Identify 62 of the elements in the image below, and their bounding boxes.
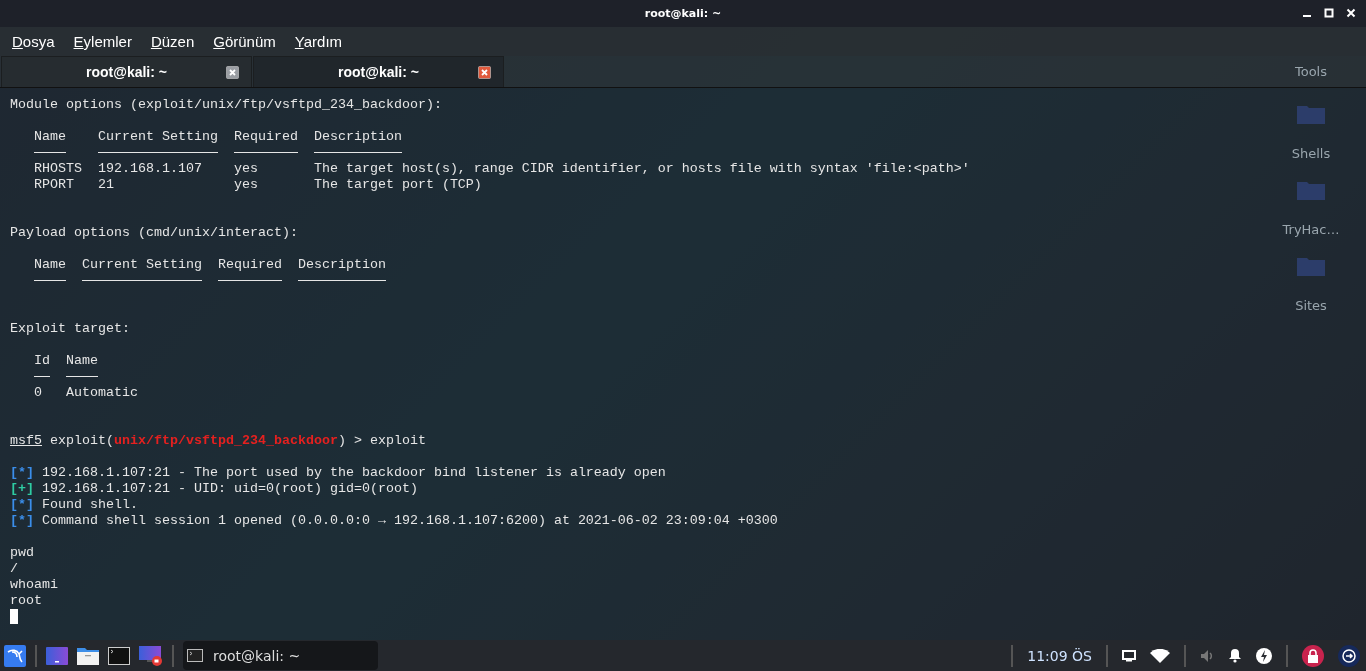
column-header: Name	[65, 353, 98, 368]
table-cell: yes	[233, 177, 258, 192]
menu-item[interactable]: Düzen	[150, 33, 195, 50]
terminal-line: whoami	[10, 577, 58, 593]
column-header: Name	[34, 129, 66, 144]
column-header: Name	[34, 257, 66, 272]
terminal-icon[interactable]	[108, 646, 130, 665]
desktop-icon[interactable]	[46, 646, 68, 665]
folder-icon[interactable]	[77, 646, 99, 665]
close-icon[interactable]	[478, 66, 491, 79]
status-line: [*] Command shell session 1 opened (0.0.0.0:0 → 192.168.1.107:6200) at 2021-06-02 23:09:04 +0300	[10, 513, 778, 529]
taskbar-button[interactable]: root@kali: ~	[183, 641, 378, 670]
menu-item[interactable]: Yardım	[294, 33, 343, 50]
menu-item[interactable]: Görünüm	[213, 33, 276, 50]
table-cell: RHOSTS	[34, 161, 82, 176]
screen-recorder-icon[interactable]	[139, 645, 163, 666]
column-header: Required	[233, 129, 298, 144]
clock[interactable]: 11:09 ÖS	[1027, 647, 1092, 664]
menu-item[interactable]: Dosya	[12, 33, 55, 50]
desktop-icon-label[interactable]: Sites	[1295, 298, 1327, 313]
table-cell: 21	[97, 177, 114, 192]
column-header: Description	[297, 257, 386, 272]
terminal-line: root	[10, 593, 42, 609]
status-line: [+] 192.168.1.107:21 - UID: uid=0(root) gid=0(root)	[10, 481, 418, 497]
status-line: [*] Found shell.	[10, 497, 138, 513]
table-cell: The target port (TCP)	[313, 177, 482, 192]
column-header: Description	[313, 129, 402, 144]
tab[interactable]: root@kali: ~	[253, 56, 504, 87]
dragon-logo-icon[interactable]	[4, 644, 26, 667]
maximize-icon[interactable]	[1324, 8, 1334, 18]
column-header: Current Setting	[81, 257, 202, 272]
status-line: [*] 192.168.1.107:21 - The port used by the backdoor bind listener is already open	[10, 465, 666, 481]
desktop-icon-label[interactable]: Shells	[1291, 146, 1331, 161]
terminal-icon	[187, 649, 203, 662]
terminal-line: /	[10, 561, 18, 577]
terminal-line: Module options (exploit/unix/ftp/vsftpd_234_backdoor):	[10, 97, 442, 113]
menu-item[interactable]: Eylemler	[73, 33, 132, 50]
column-header: Id	[34, 353, 50, 368]
window-title: root@kali: ~	[644, 7, 722, 20]
table-cell: 0	[34, 385, 42, 400]
terminal-line: Exploit target:	[10, 321, 130, 337]
tab[interactable]: root@kali: ~	[1, 56, 252, 87]
column-header: Current Setting	[97, 129, 218, 144]
desktop-icon-label[interactable]: TryHac…	[1282, 222, 1340, 237]
table-cell: yes	[233, 161, 258, 176]
wifi-icon[interactable]	[1150, 648, 1170, 663]
lock-icon[interactable]	[1302, 644, 1324, 667]
terminal-line: Payload options (cmd/unix/interact):	[10, 225, 298, 241]
column-header: Required	[217, 257, 282, 272]
table-cell: 192.168.1.107	[97, 161, 202, 176]
bell-icon[interactable]	[1228, 648, 1242, 663]
table-cell: RPORT	[34, 177, 74, 192]
volume-icon[interactable]	[1200, 648, 1214, 663]
logout-icon[interactable]	[1338, 644, 1360, 667]
text-cursor	[10, 609, 18, 624]
prompt-line: msf5 exploit(unix/ftp/vsftpd_234_backdoor) > exploit	[10, 433, 426, 449]
table-cell: Automatic	[65, 385, 138, 400]
terminal-line: pwd	[10, 545, 34, 561]
table-cell: The target host(s), range CIDR identifier, or hosts file with syntax 'file:<path>'	[313, 161, 970, 176]
desktop-icon-label[interactable]: Tools	[1295, 64, 1327, 79]
display-icon[interactable]	[1122, 649, 1136, 662]
lightning-icon[interactable]	[1256, 647, 1272, 664]
